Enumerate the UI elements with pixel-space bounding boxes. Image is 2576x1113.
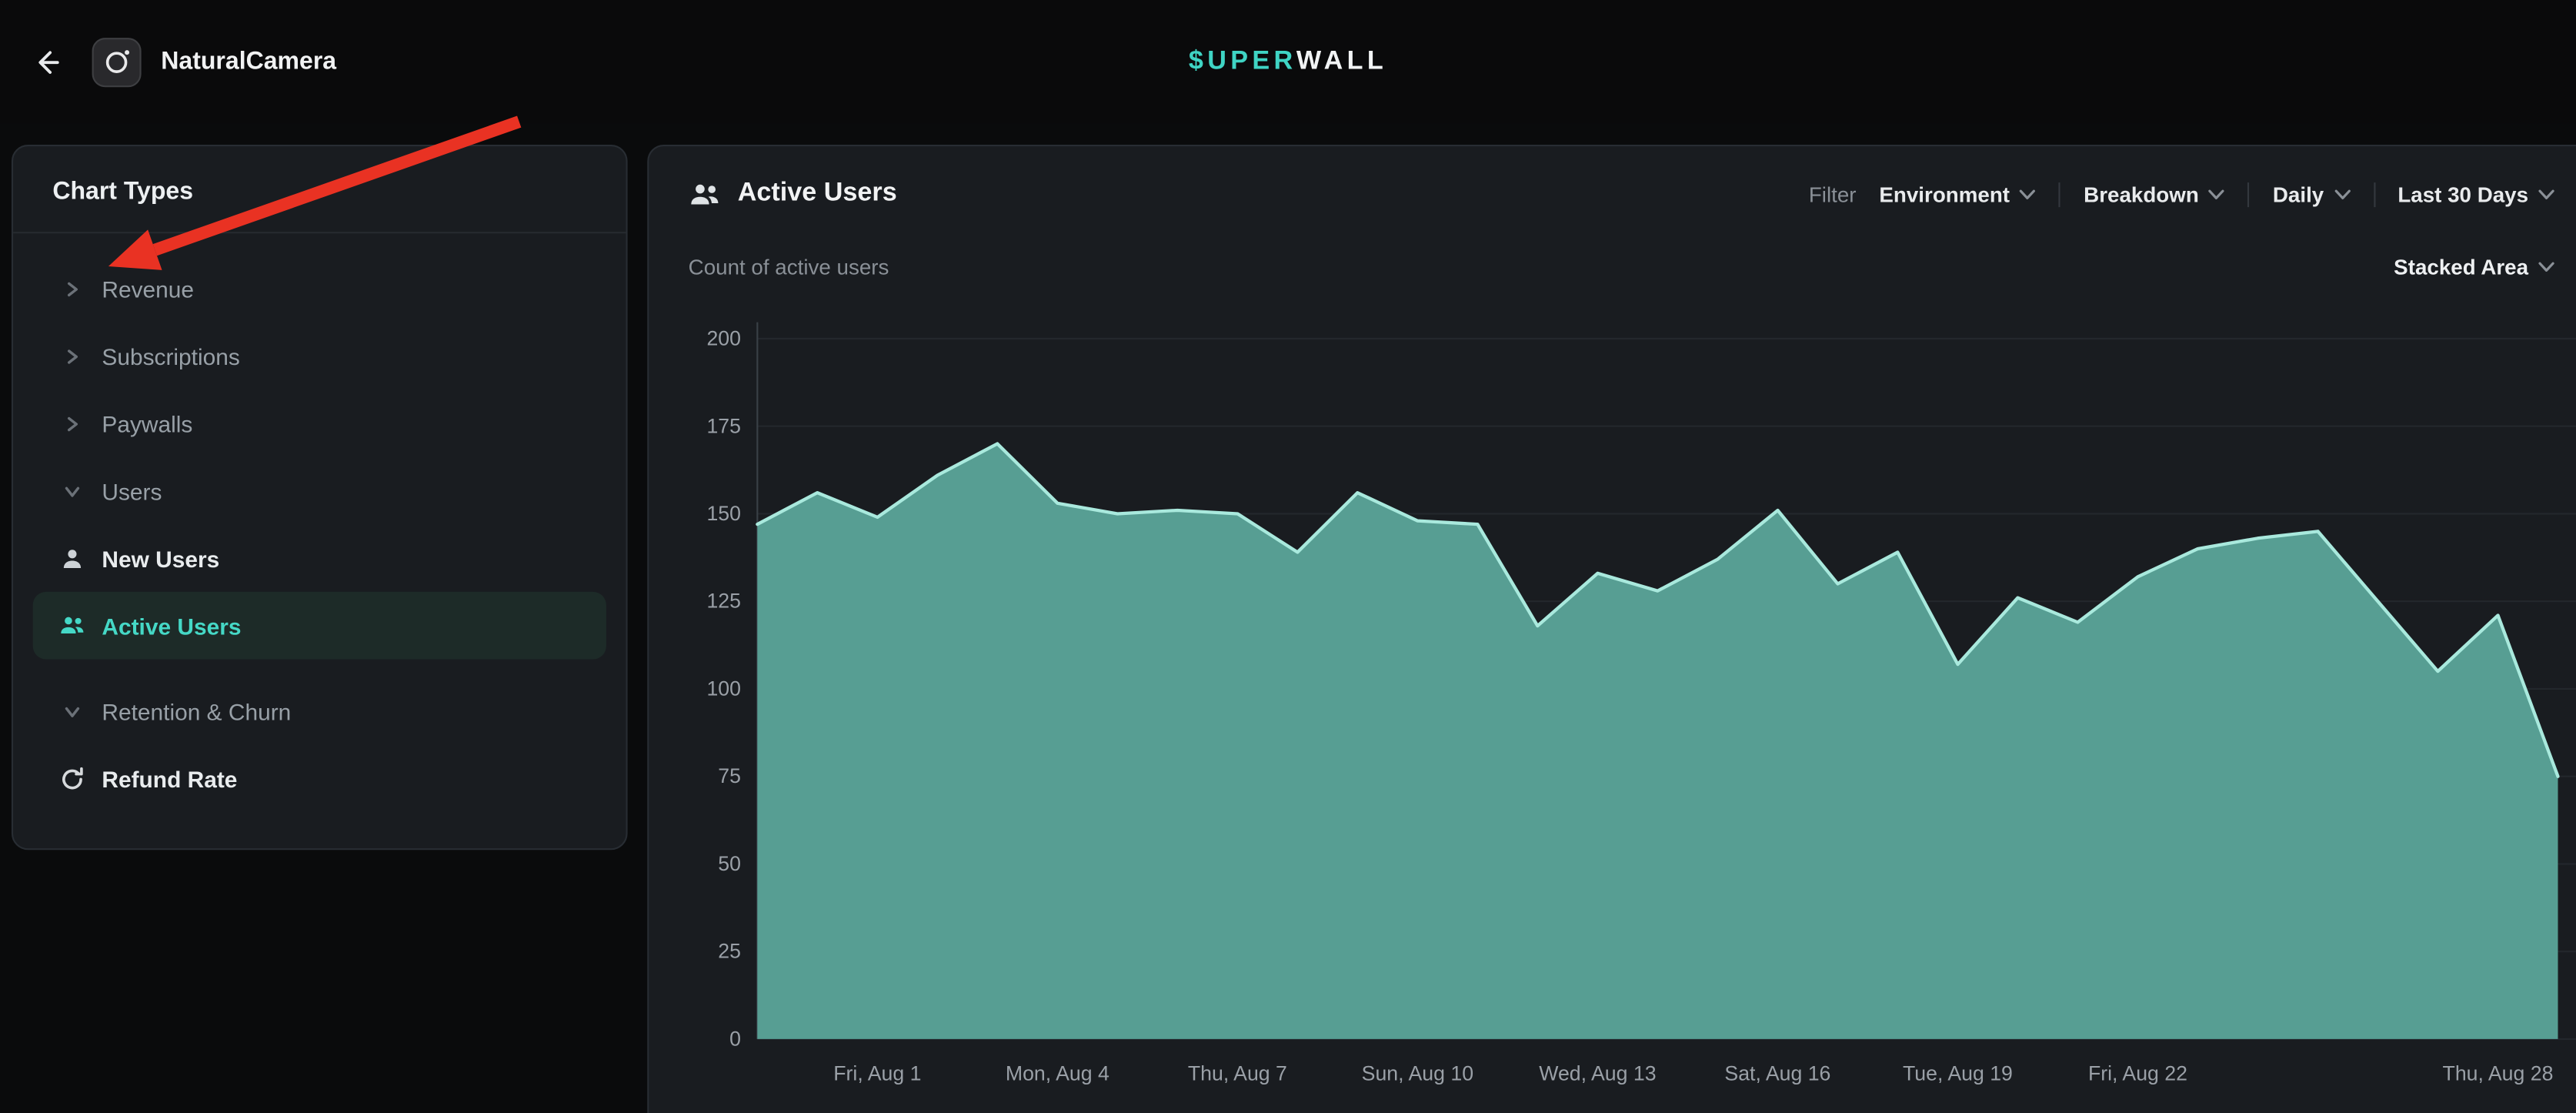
chevron-down-icon (2538, 189, 2554, 200)
sidebar-item-label: Refund Rate (102, 765, 237, 791)
back-button[interactable] (23, 38, 69, 85)
svg-text:Tue, Aug 19: Tue, Aug 19 (1903, 1061, 2013, 1085)
breakdown-dropdown-label: Breakdown (2084, 182, 2199, 206)
filter-label: Filter (1809, 182, 1857, 206)
svg-text:Fri, Aug 22: Fri, Aug 22 (2088, 1061, 2187, 1085)
svg-text:100: 100 (706, 677, 741, 700)
active-users-area-chart: 0 25 50 75 100 125 150 175 200 Fri, Aug 1 Mon, Aug… (649, 302, 2576, 1113)
interval-dropdown-label: Daily (2273, 182, 2324, 206)
sidebar-item-label: Paywalls (102, 410, 192, 436)
chevron-down-icon (2209, 189, 2225, 200)
svg-text:Thu, Aug 7: Thu, Aug 7 (1188, 1061, 1287, 1085)
sidebar-item-label: Users (102, 477, 162, 503)
svg-text:Sun, Aug 10: Sun, Aug 10 (1362, 1061, 1473, 1085)
logo-primary: $UPER (1189, 47, 1296, 75)
sidebar-item-label: Subscriptions (102, 343, 239, 369)
svg-text:125: 125 (706, 590, 741, 613)
date-range-dropdown-label: Last 30 Days (2397, 182, 2528, 206)
camera-app-icon (92, 37, 142, 86)
sidebar-item-label: Active Users (102, 613, 241, 639)
top-bar: NaturalCamera $UPERWALL (0, 0, 2576, 123)
superwall-logo: $UPERWALL (1189, 47, 1387, 76)
chart-type-dropdown[interactable]: Stacked Area (2394, 254, 2554, 279)
header-divider (2248, 182, 2250, 206)
main-title-wrap: Active Users (689, 179, 897, 209)
active-users-panel: Active Users Filter Environment Breakdow… (647, 145, 2576, 1113)
logo-secondary: WALL (1296, 47, 1387, 75)
sidebar-item-label: Retention & Churn (102, 698, 291, 724)
chart-type-label: Stacked Area (2394, 254, 2528, 279)
header-divider (2373, 182, 2374, 206)
date-range-dropdown[interactable]: Last 30 Days (2397, 182, 2554, 206)
chevron-right-icon (59, 410, 85, 436)
sidebar-item-label: New Users (102, 545, 219, 571)
sidebar-title: Chart Types (13, 146, 626, 232)
environment-dropdown[interactable]: Environment (1879, 182, 2036, 206)
sidebar-item-retention-churn[interactable]: Retention & Churn (33, 677, 606, 745)
sidebar-item-refund-rate[interactable]: Refund Rate (33, 745, 606, 813)
sidebar-item-subscriptions[interactable]: Subscriptions (33, 323, 606, 390)
svg-text:175: 175 (706, 414, 741, 437)
svg-text:0: 0 (729, 1027, 741, 1050)
chart-types-sidebar: Chart Types Revenue Subscriptions Paywal… (12, 145, 628, 850)
breakdown-dropdown[interactable]: Breakdown (2084, 182, 2225, 206)
header-controls: Filter Environment Breakdown Daily La (1809, 182, 2554, 206)
chevron-down-icon (2538, 261, 2554, 272)
interval-dropdown[interactable]: Daily (2273, 182, 2351, 206)
svg-text:200: 200 (706, 327, 741, 350)
sidebar-item-new-users[interactable]: New Users (33, 524, 606, 592)
chevron-right-icon (59, 343, 85, 369)
svg-text:Mon, Aug 4: Mon, Aug 4 (1006, 1061, 1109, 1085)
chevron-down-icon (2334, 189, 2350, 200)
page-title: Active Users (738, 179, 897, 209)
svg-text:Wed, Aug 13: Wed, Aug 13 (1539, 1061, 1656, 1085)
people-icon (59, 613, 85, 639)
sidebar-item-users[interactable]: Users (33, 457, 606, 525)
sidebar-item-revenue[interactable]: Revenue (33, 255, 606, 323)
header-divider (2059, 182, 2060, 206)
chart-subtitle: Count of active users (689, 254, 889, 279)
sidebar-item-paywalls[interactable]: Paywalls (33, 389, 606, 457)
chevron-down-icon (59, 698, 85, 724)
svg-text:50: 50 (718, 852, 741, 875)
arrow-left-icon (29, 45, 62, 79)
svg-text:Thu, Aug 28: Thu, Aug 28 (2443, 1061, 2554, 1085)
sidebar-item-label: Revenue (102, 276, 194, 302)
svg-text:150: 150 (706, 502, 741, 525)
refresh-icon (59, 765, 85, 791)
chevron-right-icon (59, 276, 85, 302)
svg-text:75: 75 (718, 764, 741, 787)
people-icon (689, 180, 722, 208)
chart-sub-header: Count of active users Stacked Area (689, 249, 2555, 285)
main-header: Active Users Filter Environment Breakdow… (649, 146, 2576, 242)
person-icon (59, 545, 85, 571)
svg-text:25: 25 (718, 940, 741, 963)
sidebar-item-active-users[interactable]: Active Users (33, 592, 606, 660)
app-name: NaturalCamera (161, 48, 336, 75)
chevron-down-icon (59, 477, 85, 503)
environment-dropdown-label: Environment (1879, 182, 2010, 206)
app-window: NaturalCamera $UPERWALL Chart Types Reve… (0, 0, 2576, 1113)
svg-text:Sat, Aug 16: Sat, Aug 16 (1724, 1061, 1830, 1085)
chevron-down-icon (2020, 189, 2036, 200)
sidebar-list: Revenue Subscriptions Paywalls Users (13, 233, 626, 812)
svg-text:Fri, Aug 1: Fri, Aug 1 (833, 1061, 921, 1085)
